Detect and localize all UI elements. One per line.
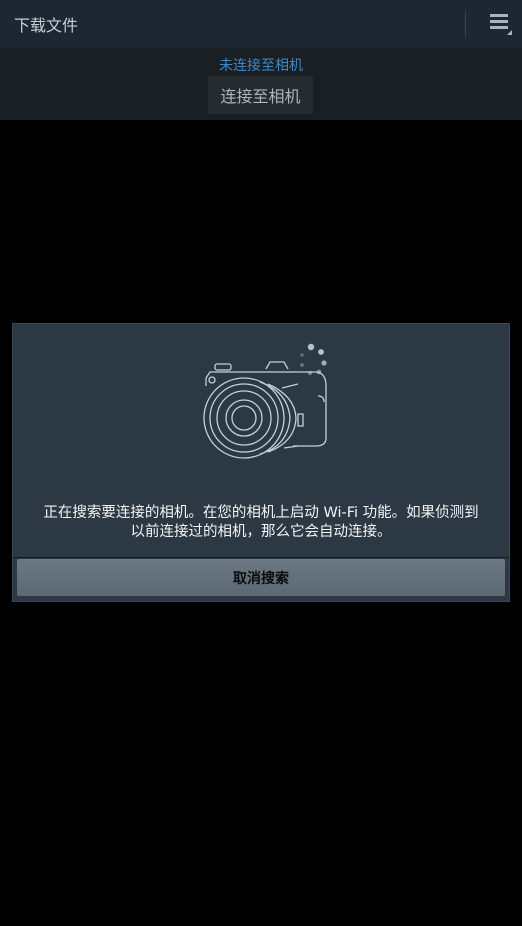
dialog-divider <box>13 557 509 558</box>
app-screen: 下载文件 未连接至相机 连接至相机 正在搜索要连接的相机。在您的相机上启动 Wi… <box>0 0 522 926</box>
menu-icon <box>490 14 512 35</box>
search-camera-dialog: 正在搜索要连接的相机。在您的相机上启动 Wi-Fi 功能。如果侦测到 以前连接过… <box>12 323 510 602</box>
action-bar-divider <box>465 11 466 37</box>
page-title: 下载文件 <box>14 16 79 35</box>
cancel-search-button[interactable]: 取消搜索 <box>17 559 505 596</box>
action-bar: 下载文件 <box>0 0 522 48</box>
dialog-message-line-1: 正在搜索要连接的相机。在您的相机上启动 Wi-Fi 功能。如果侦测到 <box>43 505 479 521</box>
dialog-message: 正在搜索要连接的相机。在您的相机上启动 Wi-Fi 功能。如果侦测到 以前连接过… <box>21 504 501 542</box>
connect-camera-button[interactable]: 连接至相机 <box>208 76 313 114</box>
dialog-message-line-2: 以前连接过的相机，那么它会自动连接。 <box>130 524 392 540</box>
menu-button[interactable] <box>480 0 520 48</box>
connection-status-text: 未连接至相机 <box>219 58 303 74</box>
camera-searching-icon <box>203 343 327 459</box>
connection-status-panel: 未连接至相机 连接至相机 <box>0 48 522 120</box>
